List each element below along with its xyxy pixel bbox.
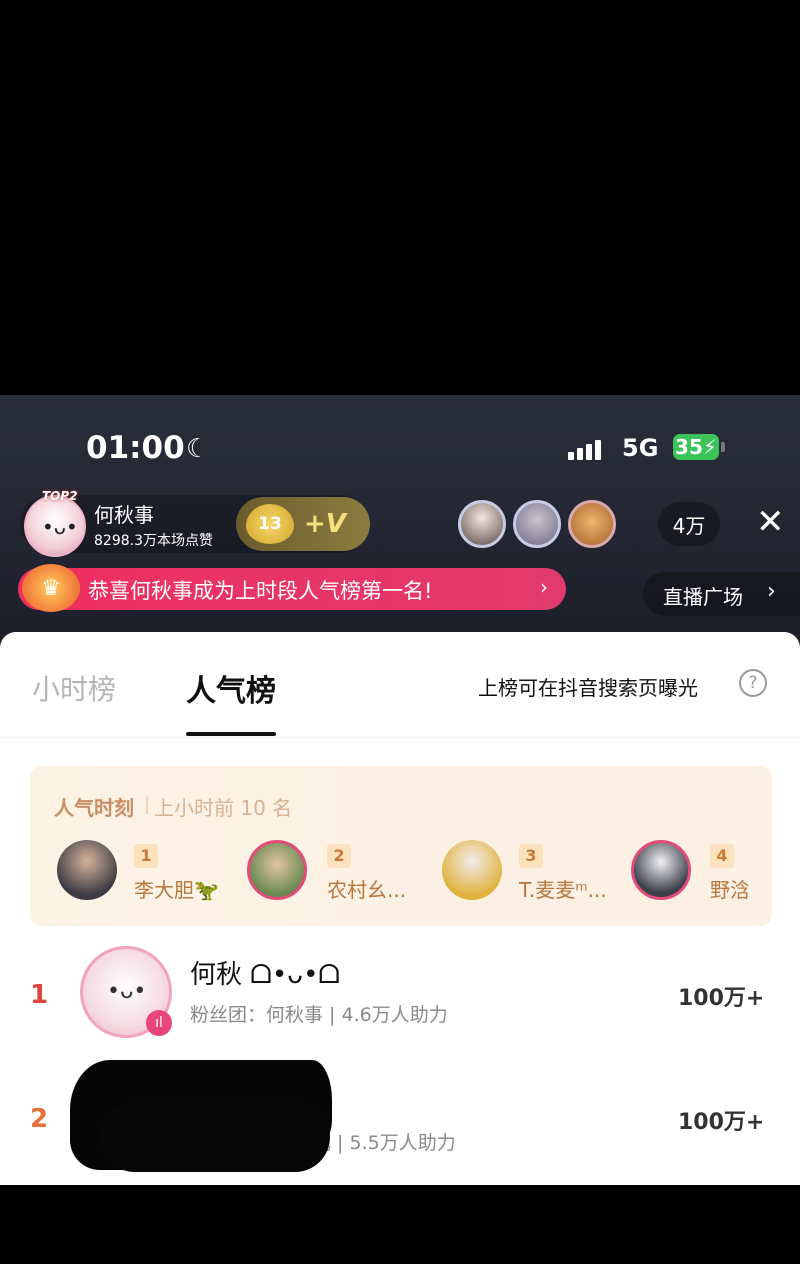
viewer-avatar[interactable]: [458, 500, 506, 548]
network-type: 5G: [622, 434, 659, 462]
dinosaur-icon: 🦖: [194, 878, 219, 902]
moment-avatar[interactable]: [442, 840, 502, 900]
avatar-face-icon: •ᴗ•: [42, 515, 78, 539]
moment-name[interactable]: 野浛: [710, 874, 748, 903]
viewer-count[interactable]: 4万: [658, 502, 720, 546]
ranking-row[interactable]: 1 •ᴗ• ıl 何秋 ᗝ•ᴗ•ᗝ 粉丝团：何秋事 | 4.6万人助力 100万…: [0, 946, 800, 1046]
congrats-text: 恭喜何秋事成为上时段人气榜第一名!: [88, 579, 433, 603]
crown-heart-icon: ♛: [22, 564, 80, 612]
battery-tip: [721, 442, 725, 452]
moment-avatar[interactable]: [247, 840, 307, 900]
avatar-face-icon: •ᴗ•: [107, 979, 147, 1004]
plus-v-label: +V: [304, 509, 346, 539]
video-black-area: [0, 0, 800, 395]
moon-icon: ☾: [186, 434, 210, 464]
host-name: 何秋事: [94, 503, 154, 527]
ranking-name: 何秋 ᗝ•ᴗ•ᗝ: [190, 960, 341, 990]
moment-rank-badge: 1: [134, 844, 158, 868]
chevron-right-icon: ›: [540, 575, 548, 599]
ranking-fans: 粉丝团：何秋事 | 4.6万人助力: [190, 1004, 448, 1026]
moment-name[interactable]: 农村幺...: [327, 874, 406, 903]
status-bar: 01:00 ☾ 5G 35 ⚡: [0, 430, 800, 470]
close-icon[interactable]: ✕: [756, 504, 785, 540]
ranking-score: 100万+: [678, 986, 765, 1011]
host-likes: 8298.3万本场点赞: [94, 533, 213, 549]
live-plaza-button[interactable]: 直播广场 ›: [643, 572, 800, 616]
separator: |: [144, 794, 151, 815]
signal-icon: [568, 438, 601, 460]
exposure-hint: 上榜可在抖音搜索页曝光: [478, 676, 698, 700]
ranking-score: 100万+: [678, 1110, 765, 1135]
fan-club-badge[interactable]: 13 +V: [236, 497, 370, 551]
chevron-right-icon: ›: [767, 579, 776, 604]
congrats-banner[interactable]: ♛ 恭喜何秋事成为上时段人气榜第一名! ›: [18, 564, 566, 612]
bottom-black-area: [0, 1185, 800, 1264]
moment-subtitle: 上小时前 10 名: [154, 796, 293, 820]
moment-avatar[interactable]: [57, 840, 117, 900]
battery-icon: 35 ⚡: [673, 434, 719, 460]
divider: [0, 737, 800, 738]
viewer-avatar[interactable]: [513, 500, 561, 548]
moment-title: 人气时刻: [54, 796, 134, 820]
moment-avatar[interactable]: [631, 840, 691, 900]
ranking-fans: 儿 | 5.5万人助力: [312, 1132, 456, 1154]
host-avatar[interactable]: •ᴗ• TOP2: [24, 489, 86, 557]
rank-number: 1: [30, 980, 49, 1010]
viewer-avatar[interactable]: [568, 500, 616, 548]
moment-name[interactable]: 李大胆🦖: [134, 874, 219, 903]
moment-rank-badge: 2: [327, 844, 351, 868]
rank-number: 2: [30, 1104, 49, 1134]
live-wave-icon: ıl: [146, 1010, 172, 1036]
tab-popularity[interactable]: 人气榜: [186, 666, 276, 710]
tab-indicator: [186, 732, 276, 736]
heart-level-icon: 13: [246, 504, 294, 544]
popularity-moment-card: 人气时刻 | 上小时前 10 名 1 李大胆🦖 2 农村幺... 3 T.麦麦ᵐ…: [30, 766, 772, 926]
redaction-scribble: [100, 1102, 330, 1172]
moment-name[interactable]: T.麦麦ᵐ...: [519, 874, 607, 903]
ranking-panel: 小时榜 人气榜 上榜可在抖音搜索页曝光 ? 人气时刻 | 上小时前 10 名 1…: [0, 632, 800, 1185]
plaza-label: 直播广场: [663, 585, 743, 609]
tab-hourly[interactable]: 小时榜: [32, 668, 116, 708]
moment-rank-badge: 4: [710, 844, 734, 868]
moment-rank-badge: 3: [519, 844, 543, 868]
help-icon[interactable]: ?: [739, 669, 767, 697]
clock: 01:00: [86, 430, 185, 466]
top2-badge: TOP2: [42, 489, 78, 503]
